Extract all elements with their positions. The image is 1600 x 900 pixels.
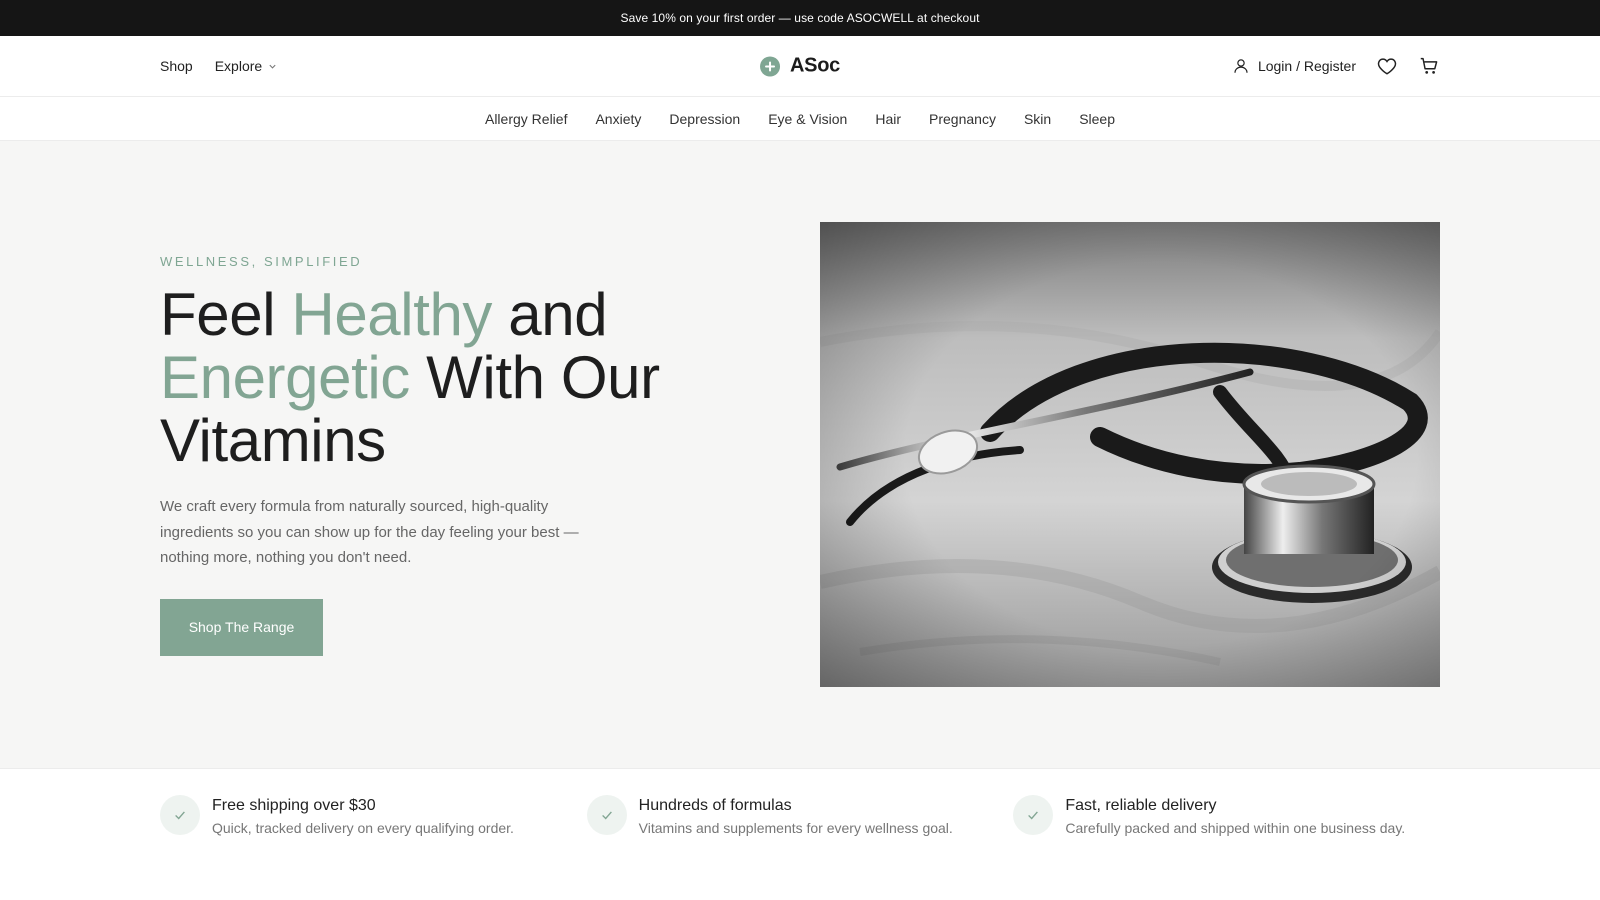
wishlist-button[interactable] xyxy=(1376,55,1398,77)
hero-copy: WELLNESS, SIMPLIFIED Feel Healthy and En… xyxy=(160,254,680,656)
headline-accent2: Energetic xyxy=(160,344,410,411)
category-pregnancy[interactable]: Pregnancy xyxy=(929,111,996,127)
feature-item: Fast, reliable delivery Carefully packed… xyxy=(1013,795,1440,900)
plus-circle-icon xyxy=(760,56,781,76)
cart-button[interactable] xyxy=(1418,55,1440,77)
check-icon xyxy=(1013,795,1054,835)
login-register-link[interactable]: Login / Register xyxy=(1232,57,1356,75)
nav-explore[interactable]: Explore xyxy=(215,58,277,74)
announcement-bar: Save 10% on your first order — use code … xyxy=(0,0,1600,36)
feature-description: Carefully packed and shipped within one … xyxy=(1065,820,1406,836)
check-icon xyxy=(586,795,627,835)
feature-description: Quick, tracked delivery on every qualify… xyxy=(212,820,514,836)
shop-the-range-button[interactable]: Shop The Range xyxy=(160,598,323,656)
category-anxiety[interactable]: Anxiety xyxy=(595,111,641,127)
site-logo[interactable]: ASoc xyxy=(760,55,840,78)
hero-image xyxy=(820,222,1440,687)
feature-title: Free shipping over $30 xyxy=(212,797,376,814)
headline-accent1: Healthy xyxy=(291,281,493,348)
category-sleep[interactable]: Sleep xyxy=(1079,111,1115,127)
user-icon xyxy=(1234,59,1248,73)
announcement-text: Save 10% on your first order — use code … xyxy=(620,11,980,25)
stethoscope-photo xyxy=(820,222,1440,687)
category-eye-vision[interactable]: Eye & Vision xyxy=(768,111,847,127)
feature-item: Free shipping over $30 Quick, tracked de… xyxy=(160,795,587,900)
feature-description: Vitamins and supplements for every welln… xyxy=(638,820,953,836)
hero-description: We craft every formula from naturally so… xyxy=(160,498,579,566)
logo-text: ASoc xyxy=(790,54,840,77)
category-depression[interactable]: Depression xyxy=(669,111,740,127)
hero-eyebrow: WELLNESS, SIMPLIFIED xyxy=(160,254,363,269)
site-header: Shop Explore ASoc Login / Register xyxy=(0,36,1600,97)
feature-item: Hundreds of formulas Vitamins and supple… xyxy=(586,795,1014,900)
headline-part2: and xyxy=(492,281,608,348)
category-skin[interactable]: Skin xyxy=(1024,111,1051,127)
nav-explore-label: Explore xyxy=(214,58,263,74)
feature-title: Hundreds of formulas xyxy=(638,797,792,814)
nav-shop-label: Shop xyxy=(160,58,193,74)
category-hair[interactable]: Hair xyxy=(875,111,901,127)
category-nav: Allergy Relief Anxiety Depression Eye & … xyxy=(0,97,1600,141)
hero-headline: Feel Healthy and Energetic With Our Vita… xyxy=(160,283,680,472)
headline-part1: Feel xyxy=(160,281,292,348)
hero-section: WELLNESS, SIMPLIFIED Feel Healthy and En… xyxy=(0,141,1600,768)
cart-icon xyxy=(1420,57,1438,74)
features-strip: Free shipping over $30 Quick, tracked de… xyxy=(0,768,1600,900)
category-allergy-relief[interactable]: Allergy Relief xyxy=(485,111,567,127)
nav-shop[interactable]: Shop xyxy=(160,58,193,74)
chevron-down-icon xyxy=(269,64,276,69)
feature-title: Fast, reliable delivery xyxy=(1065,797,1217,814)
headline-part4: Vitamins xyxy=(160,407,386,474)
primary-nav: Shop Explore xyxy=(160,58,277,74)
check-icon xyxy=(160,795,200,835)
login-register-label: Login / Register xyxy=(1257,58,1356,74)
header-actions: Login / Register xyxy=(1232,55,1440,77)
heart-icon xyxy=(1377,58,1397,75)
headline-part3: With Our xyxy=(409,344,660,411)
